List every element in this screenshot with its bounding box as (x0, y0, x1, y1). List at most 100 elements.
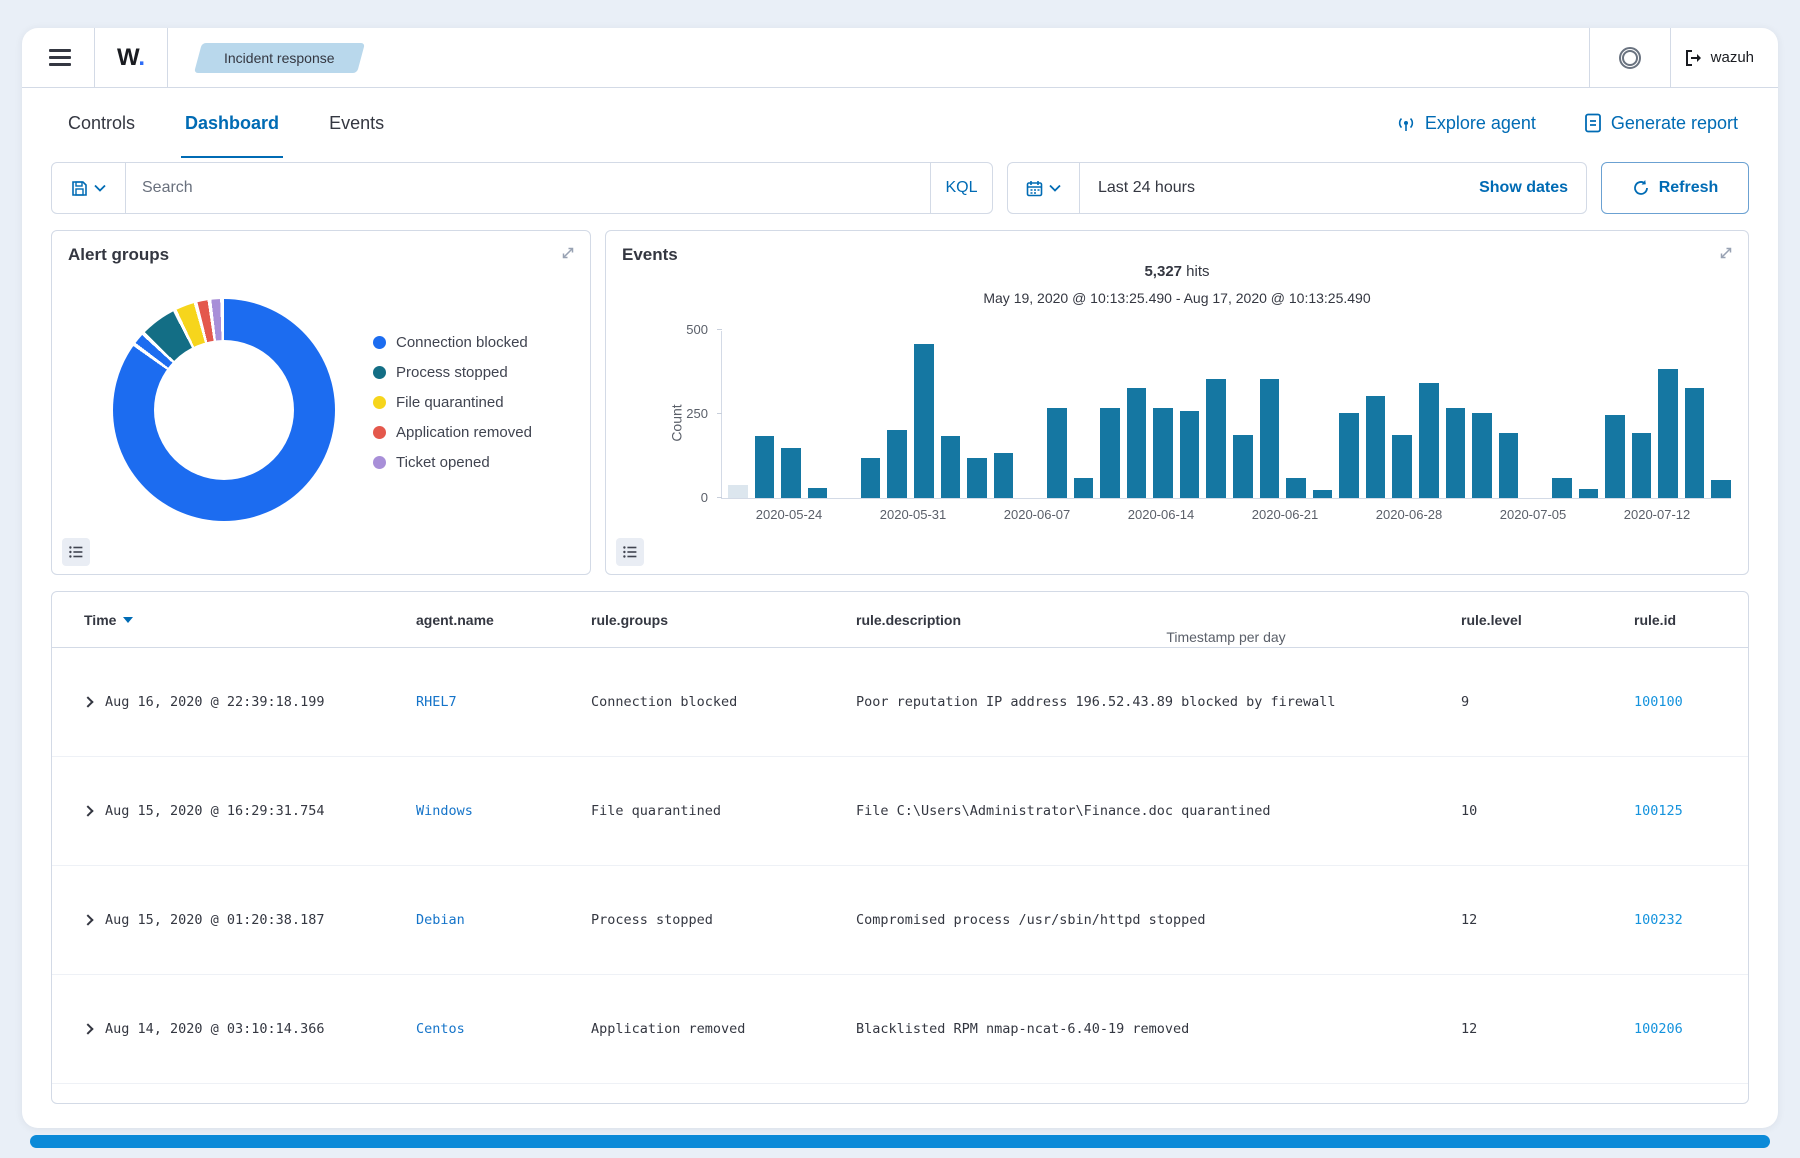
column-header-rule-groups[interactable]: rule.groups (591, 612, 856, 628)
agent-name-link[interactable]: RHEL7 (416, 694, 591, 710)
refresh-label: Refresh (1659, 179, 1719, 197)
expand-panel-icon[interactable] (1716, 243, 1736, 263)
agent-name-link[interactable]: Debian (416, 912, 591, 928)
histogram-bar[interactable] (1632, 433, 1652, 498)
rule-id-link[interactable]: 100206 (1634, 1021, 1728, 1037)
tab-controls[interactable]: Controls (64, 113, 139, 158)
expand-row-chevron-icon[interactable] (84, 1023, 94, 1034)
expand-row-chevron-icon[interactable] (84, 805, 94, 816)
donut-hole (154, 340, 294, 480)
legend-item[interactable]: Ticket opened (373, 447, 532, 477)
histogram-bar[interactable] (808, 488, 828, 498)
tab-events[interactable]: Events (325, 113, 388, 158)
histogram-bar[interactable] (1419, 383, 1439, 498)
histogram-bar[interactable] (861, 458, 881, 498)
rule-id-link[interactable]: 100100 (1634, 694, 1728, 710)
explore-agent-button[interactable]: Explore agent (1396, 113, 1536, 134)
histogram-bar[interactable] (994, 453, 1014, 498)
histogram-bar[interactable] (1711, 480, 1731, 498)
kql-button[interactable]: KQL (930, 163, 992, 213)
search-input[interactable] (126, 163, 930, 213)
tab-dashboard[interactable]: Dashboard (181, 113, 283, 158)
status-ring-icon[interactable] (1619, 47, 1641, 69)
histogram-bar[interactable] (967, 458, 987, 498)
legend-label: Application removed (396, 424, 532, 441)
time-cell: Aug 16, 2020 @ 22:39:18.199 (84, 694, 416, 710)
histogram-bar[interactable] (1685, 388, 1705, 498)
histogram-bar[interactable] (1233, 435, 1253, 498)
legend-item[interactable]: Process stopped (373, 357, 532, 387)
x-tick-label: 2020-06-21 (1252, 507, 1319, 522)
account-menu[interactable]: wazuh (1685, 49, 1754, 66)
histogram-bar[interactable] (1180, 411, 1200, 498)
histogram-bar[interactable] (887, 430, 907, 498)
histogram-bar[interactable] (1472, 413, 1492, 498)
column-header-rule-description[interactable]: rule.description (856, 612, 1461, 628)
histogram-bar-slot (1552, 331, 1572, 498)
time-value: Aug 15, 2020 @ 16:29:31.754 (105, 803, 324, 819)
histogram-bar-slot (1180, 331, 1200, 498)
calendar-button[interactable] (1008, 163, 1080, 213)
histogram-bar[interactable] (1074, 478, 1094, 498)
date-picker: Last 24 hours Show dates (1007, 162, 1587, 214)
show-dates-button[interactable]: Show dates (1479, 179, 1586, 197)
hamburger-icon (49, 45, 71, 70)
column-header-rule-level[interactable]: rule.level (1461, 612, 1634, 628)
histogram-bar[interactable] (1366, 396, 1386, 498)
histogram-bar[interactable] (1127, 388, 1147, 498)
horizontal-scrollbar[interactable] (30, 1135, 1770, 1148)
rule-id-link[interactable]: 100125 (1634, 803, 1728, 819)
histogram-bar-slot (1579, 331, 1599, 498)
wazuh-logo[interactable]: W. (109, 44, 153, 72)
events-histogram[interactable]: 02505002020-05-242020-05-312020-06-07202… (721, 331, 1731, 499)
histogram-bar[interactable] (755, 436, 775, 498)
histogram-bar[interactable] (728, 485, 748, 498)
column-header-rule-id[interactable]: rule.id (1634, 612, 1728, 628)
histogram-bar[interactable] (1047, 408, 1067, 498)
histogram-bar-slot (1153, 331, 1173, 498)
histogram-bar[interactable] (1392, 435, 1412, 498)
histogram-bar[interactable] (1206, 379, 1226, 498)
alert-groups-donut-chart[interactable] (113, 299, 335, 521)
legend-item[interactable]: Connection blocked (373, 327, 532, 357)
legend-item[interactable]: File quarantined (373, 387, 532, 417)
generate-report-label: Generate report (1611, 113, 1738, 134)
histogram-bar[interactable] (1100, 408, 1120, 498)
saved-queries-button[interactable] (52, 163, 126, 213)
hamburger-menu-button[interactable] (40, 38, 80, 78)
histogram-bar[interactable] (941, 436, 961, 498)
histogram-bar[interactable] (1446, 408, 1466, 498)
histogram-bar[interactable] (1286, 478, 1306, 498)
panel-list-button[interactable] (616, 538, 644, 566)
histogram-bar[interactable] (1153, 408, 1173, 498)
legend-item[interactable]: Application removed (373, 417, 532, 447)
sort-descending-icon[interactable] (123, 617, 133, 623)
generate-report-button[interactable]: Generate report (1584, 113, 1738, 134)
panel-list-button[interactable] (62, 538, 90, 566)
histogram-bar[interactable] (1499, 433, 1519, 498)
agent-name-link[interactable]: Centos (416, 1021, 591, 1037)
histogram-bar[interactable] (914, 344, 934, 498)
expand-panel-icon[interactable] (558, 243, 578, 263)
expand-row-chevron-icon[interactable] (84, 914, 94, 925)
breadcrumb[interactable]: Incident response (198, 43, 361, 73)
expand-row-chevron-icon[interactable] (84, 696, 94, 707)
refresh-button[interactable]: Refresh (1601, 162, 1749, 214)
agent-name-link[interactable]: Windows (416, 803, 591, 819)
time-range-value[interactable]: Last 24 hours (1080, 179, 1213, 197)
rule-id-link[interactable]: 100232 (1634, 912, 1728, 928)
histogram-bar[interactable] (1605, 415, 1625, 499)
histogram-bar[interactable] (1579, 489, 1599, 498)
histogram-bar[interactable] (1658, 369, 1678, 498)
histogram-bar[interactable] (781, 448, 801, 498)
list-icon (623, 546, 637, 558)
histogram-bar[interactable] (1260, 379, 1280, 498)
list-icon (69, 546, 83, 558)
column-header-time[interactable]: Time (84, 612, 416, 628)
column-header-label: rule.id (1634, 612, 1676, 628)
x-tick-label: 2020-05-31 (880, 507, 947, 522)
column-header-agent-name[interactable]: agent.name (416, 612, 591, 628)
histogram-bar[interactable] (1313, 490, 1333, 498)
histogram-bar[interactable] (1552, 478, 1572, 498)
histogram-bar[interactable] (1339, 413, 1359, 498)
